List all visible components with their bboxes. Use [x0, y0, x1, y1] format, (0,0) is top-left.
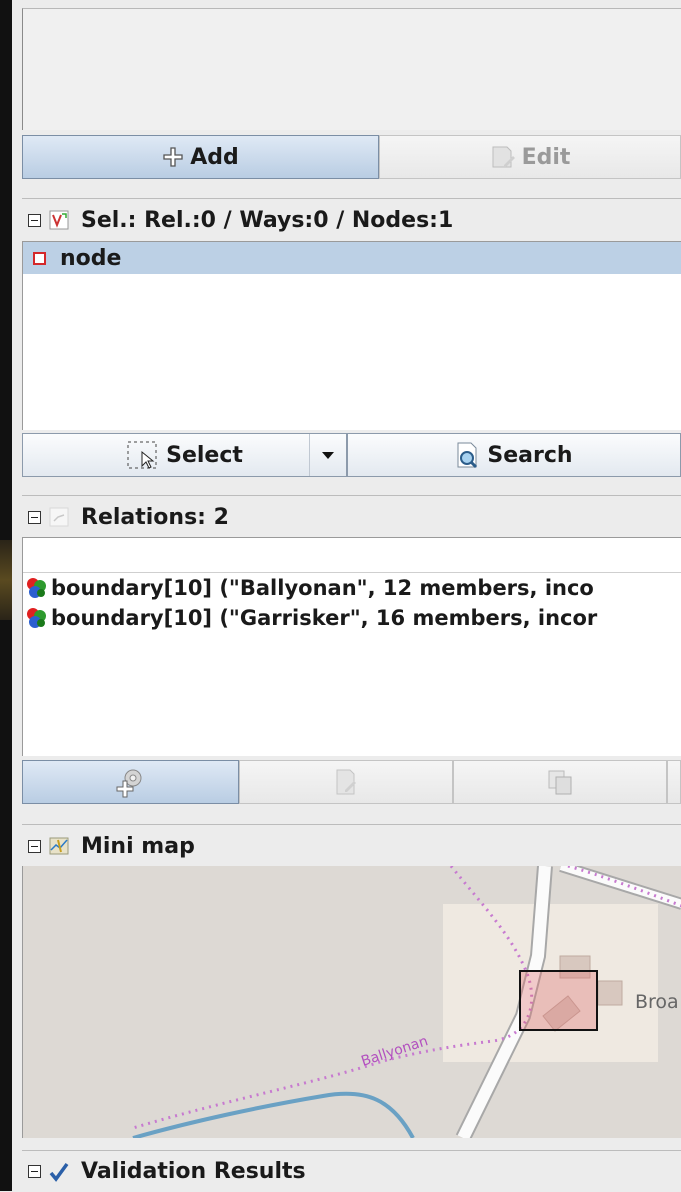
selection-list[interactable]: node — [22, 241, 681, 430]
map-icon — [49, 837, 69, 855]
minimap-canvas[interactable]: Ballyonan Broa — [23, 866, 681, 1138]
map-view-sliver — [0, 540, 12, 620]
minimap[interactable]: Ballyonan Broa — [22, 866, 681, 1138]
search-document-icon — [457, 442, 478, 469]
edit-document-icon — [492, 146, 515, 168]
select-button[interactable]: Select — [22, 433, 347, 477]
dropdown-arrow-icon[interactable] — [309, 434, 346, 476]
relations-panel-header[interactable]: Relations: 2 — [22, 495, 681, 538]
edit-tag-button[interactable]: Edit — [379, 135, 681, 179]
list-item[interactable]: boundary[10] ("Ballyonan", 12 members, i… — [23, 573, 681, 603]
search-button[interactable]: Search — [347, 433, 681, 477]
relations-panel-title: Relations: 2 — [81, 504, 229, 530]
minimap-panel-title: Mini map — [81, 833, 195, 859]
map-view-edge — [0, 0, 12, 1191]
collapse-toggle-icon[interactable] — [28, 839, 41, 853]
multipolygon-relation-icon — [27, 578, 46, 598]
relation-filter-input[interactable] — [23, 538, 681, 573]
duplicate-relation-button[interactable] — [453, 760, 667, 804]
node-icon — [33, 251, 46, 265]
minimap-panel-header[interactable]: Mini map — [22, 824, 681, 867]
selection-panel-title: Sel.: Rel.:0 / Ways:0 / Nodes:1 — [81, 207, 454, 233]
duplicate-icon — [548, 770, 572, 795]
plus-icon — [163, 147, 183, 167]
relation-list-icon — [49, 507, 69, 527]
search-button-label: Search — [487, 442, 573, 468]
selection-panel-header[interactable]: Sel.: Rel.:0 / Ways:0 / Nodes:1 — [22, 198, 681, 241]
multipolygon-relation-icon — [27, 608, 46, 628]
add-tag-button[interactable]: Add — [22, 135, 379, 179]
edit-document-icon — [336, 769, 356, 795]
collapse-toggle-icon[interactable] — [28, 510, 41, 524]
more-relation-button[interactable] — [667, 760, 681, 804]
edit-button-label: Edit — [521, 144, 571, 170]
collapse-toggle-icon[interactable] — [28, 213, 41, 227]
validation-panel-header[interactable]: Validation Results — [22, 1150, 681, 1192]
relation-label: boundary[10] ("Ballyonan", 12 members, i… — [51, 576, 594, 600]
validation-panel-title: Validation Results — [81, 1159, 306, 1184]
relation-label: boundary[10] ("Garrisker", 16 members, i… — [51, 606, 598, 630]
place-label: Broa — [635, 991, 679, 1013]
select-button-label: Select — [166, 442, 243, 468]
add-button-label: Add — [190, 144, 239, 170]
selection-list-icon — [49, 210, 69, 230]
collapse-toggle-icon[interactable] — [28, 1165, 41, 1178]
relations-button-row — [22, 760, 681, 806]
tags-button-row: Add Edit — [22, 135, 681, 181]
list-item[interactable]: boundary[10] ("Garrisker", 16 members, i… — [23, 603, 681, 633]
add-relation-button[interactable] — [22, 760, 239, 804]
relations-list[interactable]: boundary[10] ("Ballyonan", 12 members, i… — [22, 537, 681, 756]
select-area-icon — [127, 441, 157, 469]
edit-relation-button[interactable] — [239, 760, 453, 804]
tags-table[interactable] — [22, 8, 681, 130]
list-item[interactable]: node — [23, 242, 681, 274]
selection-button-row: Select Search — [22, 433, 681, 479]
add-relation-icon — [116, 769, 141, 798]
list-item-label: node — [60, 245, 122, 271]
checkmark-icon — [49, 1162, 69, 1182]
